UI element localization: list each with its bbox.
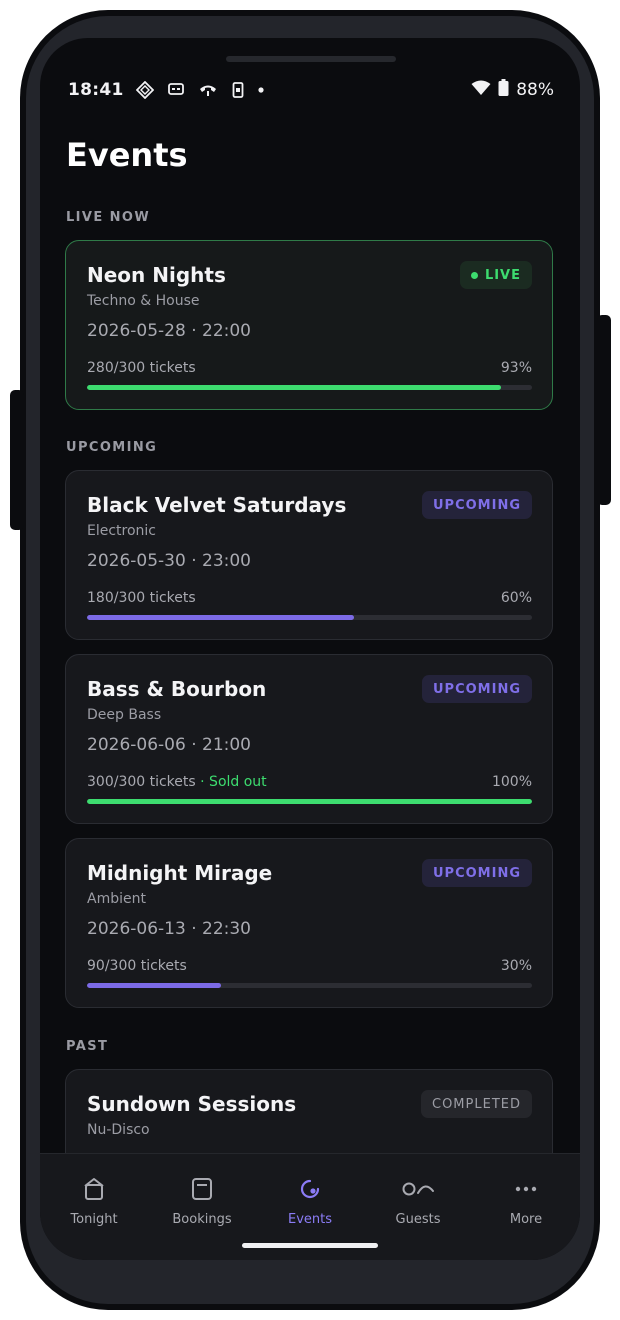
progress-track (87, 615, 532, 620)
sold-out-label: · Sold out (195, 774, 267, 790)
ticket-count-text: 300/300 tickets (87, 774, 196, 790)
event-genre: Techno & House (87, 293, 200, 309)
progress-fill (87, 799, 532, 804)
event-card[interactable]: Black Velvet Saturdays UPCOMING Electron… (65, 470, 553, 640)
event-datetime: 2026-06-13 · 22:30 (87, 919, 251, 939)
badge-label: COMPLETED (432, 1096, 521, 1112)
screen: 18:41 88% Events LIVE NOW Neon Nights LI… (40, 38, 580, 1260)
more-icon (515, 1176, 537, 1202)
status-badge: UPCOMING (422, 859, 532, 887)
badge-label: UPCOMING (433, 865, 521, 881)
event-datetime: 2026-06-06 · 21:00 (87, 735, 251, 755)
section-label-live: LIVE NOW (66, 210, 151, 225)
event-name: Sundown Sessions (87, 1092, 297, 1116)
ticket-count: 300/300 tickets · Sold out (87, 774, 267, 790)
diamond-grid-icon (135, 81, 154, 99)
phone-call-icon (198, 83, 218, 97)
ticket-count: 180/300 tickets (87, 590, 196, 606)
event-name: Bass & Bourbon (87, 677, 267, 701)
event-name: Neon Nights (87, 263, 226, 287)
progress-fill (87, 385, 501, 390)
battery-percent: 88% (516, 80, 554, 100)
wifi-icon (471, 80, 491, 101)
event-name: Midnight Mirage (87, 861, 273, 885)
speaker-notch (226, 56, 396, 62)
guests-icon (401, 1176, 435, 1202)
battery-icon (498, 79, 509, 101)
progress-fill (87, 615, 354, 620)
event-card[interactable]: Neon Nights LIVE Techno & House 2026-05-… (65, 240, 553, 410)
page-title: Events (66, 136, 188, 174)
progress-track (87, 799, 532, 804)
section-label-upcoming: UPCOMING (66, 440, 158, 455)
ticket-count: 280/300 tickets (87, 360, 196, 376)
status-time: 18:41 (68, 80, 124, 100)
event-genre: Ambient (87, 891, 146, 907)
status-badge: COMPLETED (421, 1090, 532, 1118)
ticket-percent: 93% (500, 360, 532, 376)
ticket-percent: 30% (500, 958, 532, 974)
home-indicator[interactable] (242, 1243, 378, 1248)
event-datetime: 2026-05-30 · 23:00 (87, 551, 251, 571)
status-right: 88% (471, 79, 554, 101)
badge-label: UPCOMING (433, 497, 521, 513)
bookings-icon (191, 1176, 213, 1202)
ticket-count-text: 90/300 tickets (87, 958, 187, 974)
event-genre: Electronic (87, 523, 157, 539)
phone-screen-icon (232, 82, 244, 98)
events-icon (299, 1176, 321, 1202)
event-genre: Deep Bass (87, 707, 162, 723)
event-genre: Nu-Disco (87, 1122, 150, 1138)
home-icon (82, 1176, 106, 1202)
event-card[interactable]: Bass & Bourbon UPCOMING Deep Bass 2026-0… (65, 654, 553, 824)
status-badge: UPCOMING (422, 675, 532, 703)
nav-tonight[interactable]: Tonight (40, 1154, 148, 1260)
ticket-percent: 60% (500, 590, 532, 606)
event-datetime: 2026-05-28 · 22:00 (87, 321, 251, 341)
nav-label: Tonight (70, 1212, 118, 1227)
section-label-past: PAST (66, 1039, 109, 1054)
progress-fill (87, 983, 221, 988)
live-dot-icon (470, 271, 478, 279)
nav-bookings[interactable]: Bookings (148, 1154, 256, 1260)
nav-label: Events (287, 1212, 332, 1227)
nav-label: More (509, 1212, 543, 1227)
ticket-count: 90/300 tickets (87, 958, 187, 974)
ticket-count-text: 180/300 tickets (87, 590, 196, 606)
progress-track (87, 983, 532, 988)
volume-button (10, 390, 24, 530)
power-button (597, 315, 611, 505)
status-badge: LIVE (459, 261, 532, 289)
message-icon (167, 83, 184, 97)
nav-more[interactable]: More (472, 1154, 580, 1260)
nav-label: Bookings (172, 1212, 232, 1227)
event-name: Black Velvet Saturdays (87, 493, 347, 517)
nav-guests[interactable]: Guests (364, 1154, 472, 1260)
nav-label: Guests (395, 1212, 441, 1227)
progress-track (87, 385, 532, 390)
badge-label: UPCOMING (433, 681, 521, 697)
ticket-count-text: 280/300 tickets (87, 360, 196, 376)
ticket-percent: 100% (491, 774, 532, 790)
status-bar: 18:41 88% (68, 76, 554, 104)
status-badge: UPCOMING (422, 491, 532, 519)
event-card[interactable]: Midnight Mirage UPCOMING Ambient 2026-06… (65, 838, 553, 1008)
dot-icon (258, 87, 264, 93)
badge-label: LIVE (484, 267, 521, 283)
